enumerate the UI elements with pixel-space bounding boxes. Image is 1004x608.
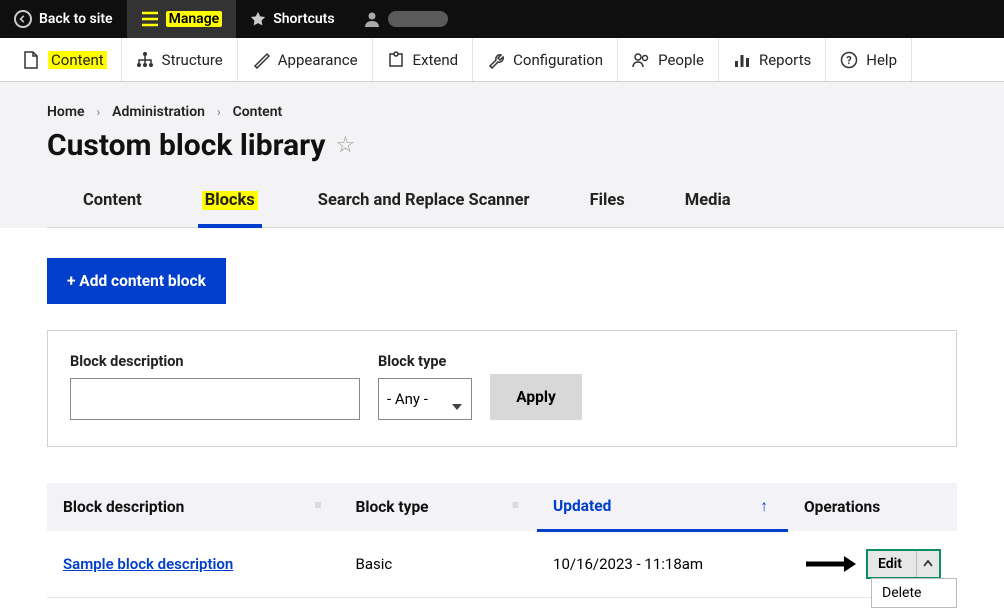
manage-label: Manage (166, 11, 223, 27)
menu-extend[interactable]: Extend (373, 38, 474, 81)
file-icon (22, 51, 40, 69)
menu-appearance-label: Appearance (278, 51, 358, 69)
block-type-cell: Basic (339, 531, 537, 598)
back-icon (14, 10, 32, 28)
menu-configuration-label: Configuration (513, 51, 603, 69)
edit-button[interactable]: Edit (868, 551, 917, 577)
sort-icon: ≡ (512, 498, 519, 512)
th-updated-label: Updated (553, 497, 611, 515)
breadcrumb-admin[interactable]: Administration (112, 104, 205, 120)
user-menu[interactable] (349, 0, 462, 38)
menu-structure[interactable]: Structure (122, 38, 238, 81)
tab-blocks-label: Blocks (202, 191, 258, 210)
th-operations-label: Operations (804, 498, 880, 516)
user-icon (363, 10, 381, 28)
brush-icon (252, 51, 270, 69)
sort-icon: ≡ (314, 498, 321, 512)
svg-text:?: ? (847, 54, 853, 67)
shortcuts-link[interactable]: Shortcuts (236, 0, 348, 38)
th-description-label: Block description (63, 498, 184, 516)
table-row: Sample block description Basic 10/16/202… (47, 531, 957, 598)
breadcrumb-content[interactable]: Content (233, 104, 283, 120)
top-toolbar: Back to site Manage Shortcuts (0, 0, 1004, 38)
tab-media[interactable]: Media (681, 191, 735, 227)
page-header: Home › Administration › Content Custom b… (0, 82, 1004, 228)
block-description-link[interactable]: Sample block description (63, 555, 233, 573)
annotation-arrow-icon (804, 553, 858, 575)
th-operations: Operations (788, 483, 957, 531)
operations-dropdown-toggle[interactable] (917, 551, 939, 577)
breadcrumb-sep-icon: › (217, 105, 221, 119)
menu-content-label: Content (48, 51, 107, 69)
menu-people-label: People (658, 51, 704, 69)
breadcrumb: Home › Administration › Content (47, 104, 1004, 120)
th-type-label: Block type (355, 498, 428, 516)
manage-toggle[interactable]: Manage (127, 0, 237, 38)
menu-content[interactable]: Content (8, 38, 122, 81)
th-description[interactable]: Block description ≡ (47, 483, 339, 531)
menu-appearance[interactable]: Appearance (238, 38, 373, 81)
tab-content[interactable]: Content (79, 191, 146, 227)
filter-type-group: Block type - Any - (378, 353, 472, 420)
menu-configuration[interactable]: Configuration (473, 38, 618, 81)
operations-dropdown: Delete (871, 578, 957, 608)
filter-type-select[interactable]: - Any - (378, 378, 472, 420)
tab-files[interactable]: Files (586, 191, 629, 227)
menu-help-label: Help (866, 51, 897, 69)
shortcuts-label: Shortcuts (273, 11, 334, 27)
breadcrumb-sep-icon: › (97, 105, 101, 119)
menu-extend-label: Extend (413, 51, 459, 69)
user-name-pill (388, 11, 448, 27)
blocks-table: Block description ≡ Block type ≡ Updated… (47, 483, 957, 598)
back-to-site-label: Back to site (39, 11, 113, 27)
admin-menu: Content Structure Appearance Extend Conf… (0, 38, 1004, 82)
filter-description-group: Block description (70, 353, 360, 420)
main-content: + Add content block Block description Bl… (0, 228, 1004, 598)
block-updated-cell: 10/16/2023 - 11:18am (537, 531, 788, 598)
apply-button[interactable]: Apply (490, 374, 582, 420)
page-title: Custom block library (47, 128, 326, 163)
operations-split-button: Edit (866, 549, 941, 579)
chart-icon (733, 51, 751, 69)
puzzle-icon (387, 51, 405, 69)
wrench-icon (487, 51, 505, 69)
menu-help[interactable]: ? Help (826, 38, 912, 81)
tab-scanner[interactable]: Search and Replace Scanner (314, 191, 534, 227)
sort-asc-icon: ↑ (760, 497, 768, 516)
filter-description-label: Block description (70, 353, 360, 370)
filter-panel: Block description Block type - Any - App… (47, 330, 957, 447)
add-content-block-button[interactable]: + Add content block (47, 258, 226, 304)
filter-description-input[interactable] (70, 378, 360, 420)
people-icon (632, 51, 650, 69)
help-icon: ? (840, 51, 858, 69)
hamburger-icon (141, 10, 159, 28)
star-icon (250, 11, 266, 27)
menu-reports[interactable]: Reports (719, 38, 826, 81)
breadcrumb-home[interactable]: Home (47, 104, 85, 120)
menu-structure-label: Structure (162, 51, 223, 69)
th-updated[interactable]: Updated ↑ (537, 483, 788, 531)
tab-bar: Content Blocks Search and Replace Scanne… (47, 191, 1004, 228)
favorite-star-icon[interactable]: ☆ (336, 133, 356, 158)
delete-button[interactable]: Delete (872, 579, 956, 607)
menu-reports-label: Reports (759, 51, 811, 69)
filter-type-label: Block type (378, 353, 472, 370)
structure-icon (136, 51, 154, 69)
th-type[interactable]: Block type ≡ (339, 483, 537, 531)
back-to-site-link[interactable]: Back to site (0, 0, 127, 38)
chevron-up-icon (923, 560, 933, 567)
menu-people[interactable]: People (618, 38, 719, 81)
tab-blocks[interactable]: Blocks (198, 191, 262, 228)
